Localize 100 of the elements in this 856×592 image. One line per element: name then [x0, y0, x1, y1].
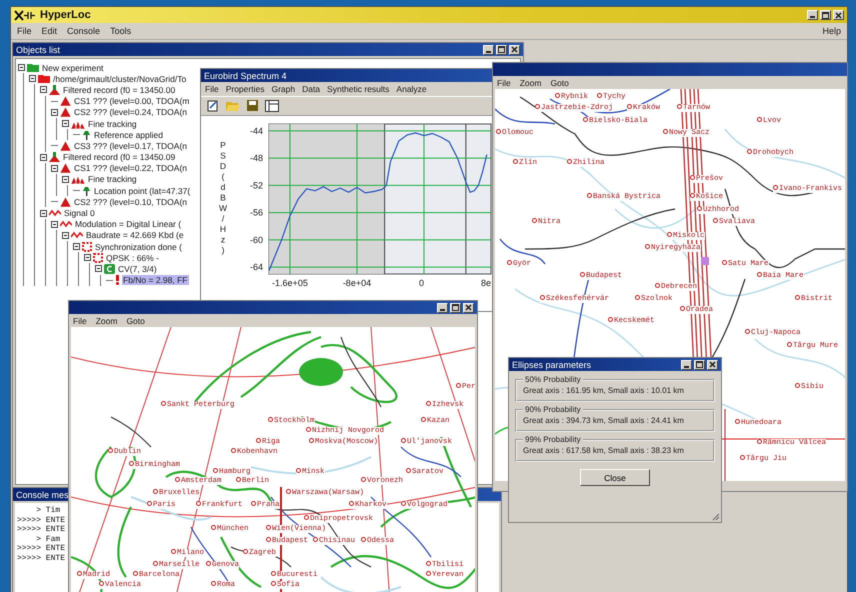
collapse-toggle[interactable] — [84, 254, 91, 262]
collapse-toggle[interactable] — [51, 220, 58, 228]
panel-icon[interactable] — [265, 100, 279, 112]
menu-item[interactable]: Graph — [271, 84, 296, 94]
menu-item[interactable]: Properties — [226, 84, 264, 94]
menu-item[interactable]: Zoom — [96, 316, 118, 326]
tree-item[interactable]: Baudrate = 42.669 Kbd (e — [85, 230, 185, 240]
triangle-icon — [60, 196, 71, 207]
maximize-button[interactable] — [820, 10, 831, 20]
menu-item[interactable]: Synthetic results — [327, 84, 390, 94]
close-button[interactable] — [707, 360, 718, 370]
console-line: >>>>> ENTE — [17, 554, 66, 564]
tree-item[interactable]: Synchronization done ( — [94, 242, 183, 252]
tree-item[interactable]: Filtered record (f0 = 13450.09 — [62, 152, 176, 162]
arc-badge-icon — [104, 264, 115, 274]
menu-item[interactable]: File — [17, 26, 32, 36]
window-title: Objects list — [16, 44, 60, 54]
menu-item[interactable]: Zoom — [520, 78, 542, 88]
console-line: >>>>> ENTE — [17, 525, 66, 535]
document-icon[interactable] — [207, 100, 219, 112]
window-title: Ellipses parameters — [512, 360, 592, 370]
menu-item[interactable]: Goto — [550, 78, 569, 88]
collapse-toggle[interactable] — [51, 108, 58, 116]
wave-icon — [49, 209, 61, 218]
console-line: >>>>> ENTE — [17, 516, 66, 526]
menu-item[interactable]: File — [205, 84, 219, 94]
collapse-toggle[interactable] — [29, 75, 36, 82]
group-label: 99% Probability — [524, 435, 582, 444]
tree-item[interactable]: Fine tracking — [87, 118, 138, 129]
menu-item[interactable]: Analyze — [396, 84, 427, 94]
close-button[interactable]: Close — [580, 469, 650, 486]
tree-item[interactable]: Fine tracking — [87, 174, 138, 184]
triangles-icon — [71, 174, 85, 184]
maximize-button[interactable] — [694, 360, 705, 370]
menu-item[interactable]: File — [497, 78, 511, 88]
tree-item[interactable]: CS3 ??? (level=0.17, TDOA(n — [73, 140, 188, 151]
dashed-square-icon — [93, 252, 103, 263]
tree-item[interactable]: /home/grimault/cluster/NovaGrid/To — [52, 74, 188, 84]
ellipse-values: Great axis : 394.73 km, Small axis : 24.41 km — [523, 416, 684, 425]
collapse-toggle[interactable] — [62, 176, 69, 183]
menu-item[interactable]: Help — [822, 26, 841, 36]
minimize-button[interactable] — [681, 360, 692, 370]
menu-item[interactable]: File — [73, 316, 87, 326]
tree-item[interactable]: Filtered record (f0 = 13450.00 — [62, 84, 176, 95]
triangle-icon — [60, 107, 71, 118]
console-line: > Fam — [35, 534, 60, 544]
exclamation-icon — [115, 275, 120, 286]
triangles-icon — [71, 118, 85, 129]
minimize-button[interactable] — [483, 44, 494, 54]
window-title: Console mes — [16, 490, 69, 500]
close-button[interactable] — [833, 10, 844, 20]
close-button[interactable] — [463, 302, 474, 312]
collapse-toggle[interactable] — [51, 164, 58, 172]
collapse-toggle[interactable] — [40, 210, 47, 217]
wave-icon — [60, 220, 72, 228]
collapse-toggle[interactable] — [18, 64, 25, 72]
marker-triangle-icon — [49, 152, 60, 162]
folder-icon — [38, 74, 50, 84]
tree-item[interactable]: Signal 0 — [63, 208, 96, 218]
collapse-toggle[interactable] — [62, 232, 69, 239]
group-label: 50% Probability — [524, 375, 582, 384]
menu-item[interactable]: Tools — [110, 26, 132, 36]
tree-item[interactable]: CS1 ??? (level=0.22, TDOA(n — [73, 163, 188, 174]
triangle-icon — [60, 163, 71, 174]
folder-icon — [27, 63, 39, 72]
dashed-square-icon — [82, 242, 92, 252]
menu-item[interactable]: Edit — [42, 26, 58, 36]
collapse-toggle[interactable] — [62, 120, 69, 128]
tree-item[interactable]: New experiment — [41, 62, 104, 73]
tree-item[interactable]: CS1 ??? (level=0.00, TDOA(m — [73, 96, 190, 106]
collapse-toggle[interactable] — [40, 154, 47, 161]
marker-triangle-icon — [49, 84, 60, 95]
resize-grip-icon[interactable] — [712, 513, 720, 521]
minimize-button[interactable] — [807, 10, 818, 20]
tree-item[interactable]: CS2 ??? (level=0.10, TDOA(n — [73, 196, 188, 207]
maximize-button[interactable] — [450, 302, 461, 312]
maximize-button[interactable] — [496, 44, 507, 54]
tree-item[interactable]: Modulation = Digital Linear ( — [74, 219, 182, 230]
tree-item[interactable]: CS2 ??? (level=0.24, TDOA(n — [73, 107, 188, 118]
menu-item[interactable]: Console — [67, 26, 100, 36]
tree-item[interactable]: Location point (lat=47.37( — [93, 186, 192, 196]
collapse-toggle[interactable] — [73, 243, 80, 250]
tree-item[interactable]: Fb/No = 2.98, FF — [122, 275, 188, 286]
minimize-button[interactable] — [437, 302, 448, 312]
window-title: HyperLoc — [40, 9, 91, 21]
window-title: Eurobird Spectrum 4 — [204, 70, 287, 80]
tree-item[interactable]: Reference applied — [93, 130, 164, 140]
collapse-toggle[interactable] — [95, 265, 102, 272]
group-label: 90% Probability — [524, 405, 582, 414]
tree-item[interactable]: CV(7, 3/4) — [117, 264, 158, 274]
console-line: >>>>> ENTE — [17, 544, 66, 554]
menu-item[interactable]: Data — [302, 84, 320, 94]
tree-item[interactable]: QPSK : 66% - — [105, 252, 160, 263]
ellipse-values: Great axis : 161.95 km, Small axis : 10.01 km — [523, 386, 684, 395]
menu-item[interactable]: Goto — [126, 316, 145, 326]
y-axis-label: PSD(dBW/Hz) — [218, 140, 228, 255]
close-button[interactable] — [509, 44, 520, 54]
console-line: > Tim — [35, 506, 60, 516]
logo-icon — [14, 10, 36, 20]
collapse-toggle[interactable] — [40, 86, 47, 94]
